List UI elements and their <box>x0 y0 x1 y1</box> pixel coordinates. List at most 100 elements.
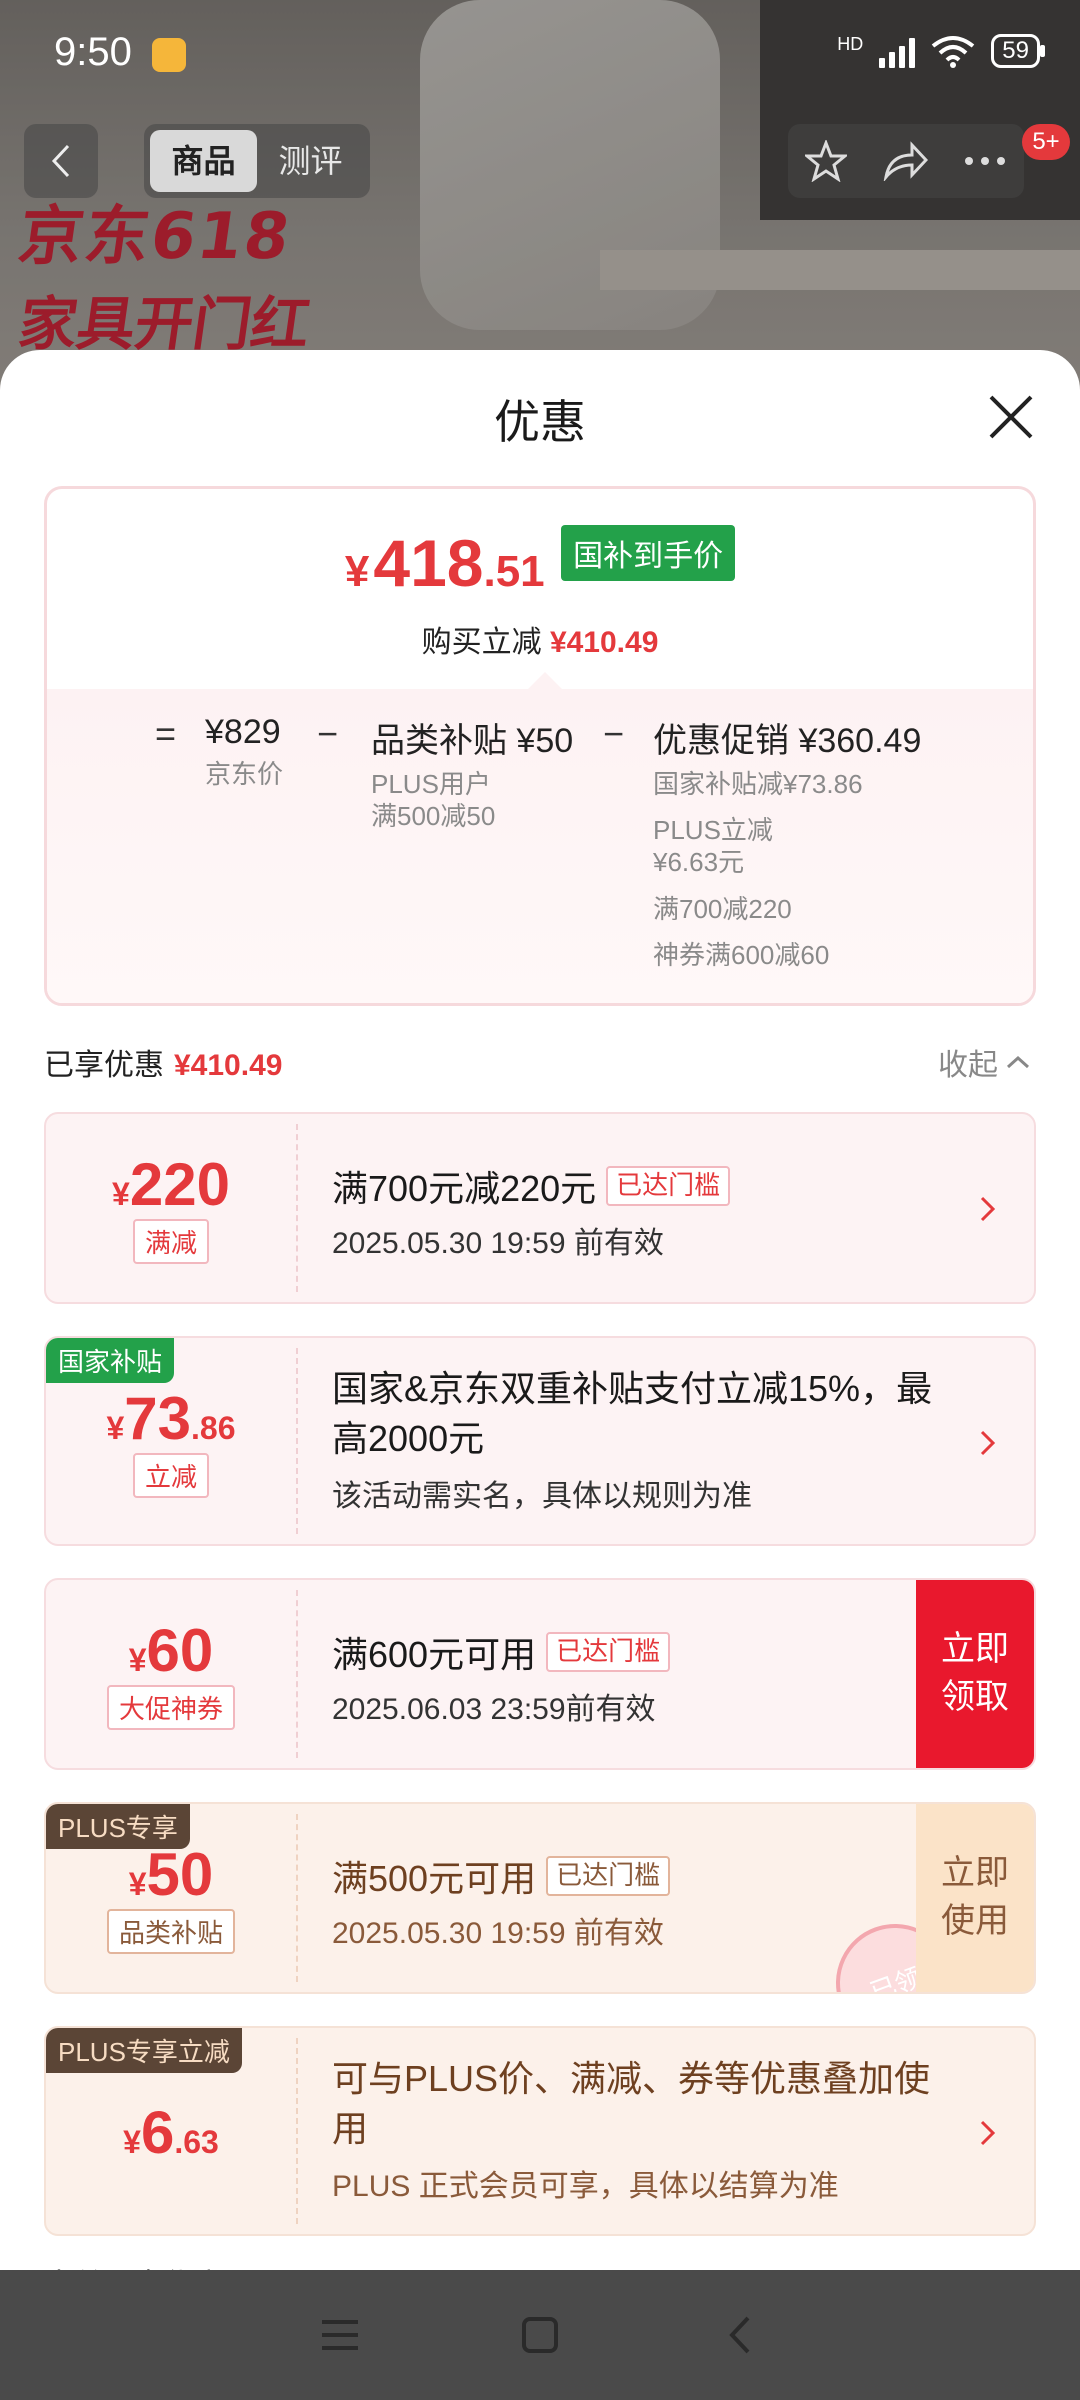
tab-review[interactable]: 测评 <box>257 130 364 192</box>
back-button[interactable] <box>24 124 98 198</box>
collapse-label: 收起 <box>938 1049 998 1082</box>
coupon-card[interactable]: ¥220 满减 满700元减220元 已达门槛 2025.05.30 19:59 … <box>44 1112 1036 1304</box>
price-currency: ¥ <box>344 547 370 596</box>
coupon-amount-int: 73 <box>124 1385 192 1452</box>
coupon-divider <box>296 1124 298 1292</box>
coupon-currency: ¥ <box>128 1642 147 1678</box>
coupon-currency: ¥ <box>112 1176 130 1212</box>
coupon-amount-int: 6 <box>140 2099 175 2166</box>
coupon-amount-dec: .86 <box>191 1410 236 1446</box>
coupon-type-tag: 立减 <box>132 1453 209 1498</box>
coupon-divider <box>296 1590 298 1758</box>
coupon-amount: ¥220 <box>46 1150 296 1219</box>
wifi-icon <box>932 36 975 68</box>
coupon-amount: ¥6.63 <box>46 2098 296 2167</box>
coupon-currency: ¥ <box>106 1410 125 1446</box>
network-hd-label: HD <box>837 34 864 54</box>
chevron-right-icon <box>980 1196 996 1222</box>
notification-app-icon <box>152 38 186 72</box>
share-icon[interactable] <box>882 141 928 181</box>
coupon-card: ¥60 大促神券 满600元可用 已达门槛 2025.06.03 23:59前有效… <box>44 1578 1036 1770</box>
coupon-currency: ¥ <box>128 1866 147 1902</box>
coupon-type-tag: 大促神券 <box>106 1685 235 1730</box>
promotion-line: 国家补贴减¥73.86 <box>653 769 863 799</box>
status-bar: 9:50 HD 59 <box>0 0 1080 110</box>
price-decimal: .51 <box>483 547 545 596</box>
threshold-badge: 已达门槛 <box>606 1166 731 1206</box>
signal-icon <box>879 34 916 68</box>
coupon-currency: ¥ <box>123 2124 141 2160</box>
battery-level: 59 <box>1002 37 1029 64</box>
price-integer: 418 <box>373 526 484 600</box>
coupon-title: 满700元减220元 <box>332 1168 597 1209</box>
menu-button[interactable] <box>300 2295 380 2375</box>
status-time: 9:50 <box>54 30 132 74</box>
coupon-title: 可与PLUS价、满减、券等优惠叠加使用 <box>332 2058 931 2150</box>
coupon-title: 满500元可用 <box>332 1858 537 1899</box>
coupon-card[interactable]: PLUS专享立减 ¥6.63 可与PLUS价、满减、券等优惠叠加使用 PLUS … <box>44 2026 1036 2236</box>
chevron-left-icon <box>51 144 70 178</box>
coupon-title: 满600元可用 <box>332 1634 537 1675</box>
close-icon[interactable] <box>986 392 1036 442</box>
more-icon[interactable] <box>963 155 1007 167</box>
promotion-line: PLUS立减 ¥6.63元 <box>653 815 773 878</box>
coupon-amount: ¥73.86 <box>46 1384 296 1453</box>
threshold-badge: 已达门槛 <box>546 1856 671 1896</box>
coupon-note: 该活动需实名，具体以规则为准 <box>332 1479 752 1513</box>
coupon-divider <box>296 1814 298 1982</box>
system-back-button[interactable] <box>700 2295 780 2375</box>
menu-icon <box>322 2320 358 2350</box>
category-line: 满500减50 <box>371 801 496 832</box>
promotion-title: 优惠促销 ¥360.49 <box>653 722 922 760</box>
final-price: ¥ 418 .51 国补到手价 <box>47 525 1033 601</box>
promotion-line: 满700减220 <box>653 893 792 924</box>
coupon-divider <box>296 1348 298 1534</box>
coupon-amount-dec: .63 <box>174 2124 219 2160</box>
jd-price: ¥829 <box>205 713 281 751</box>
tab-product[interactable]: 商品 <box>150 130 257 192</box>
coupon-title: 国家&京东双重补贴支付立减15%，最高2000元 <box>332 1368 933 1460</box>
system-nav-bar <box>0 2270 1080 2400</box>
jd-price-label: 京东价 <box>205 759 284 789</box>
chevron-right-icon <box>980 2120 996 2146</box>
coupon-amount: ¥50 <box>46 1840 296 1909</box>
claim-now-button[interactable]: 立即领取 <box>916 1580 1034 1768</box>
coupon-divider <box>296 2038 298 2224</box>
use-now-button[interactable]: 立即使用 <box>916 1804 1034 1992</box>
category-subsidy-title: 品类补贴 ¥50 <box>371 722 574 760</box>
coupon-amount: ¥60 <box>46 1616 296 1685</box>
home-button[interactable] <box>500 2295 580 2375</box>
category-line: PLUS用户 <box>371 769 491 799</box>
sheet-title: 优惠 <box>494 396 586 448</box>
saving-value: ¥410.49 <box>549 626 659 659</box>
star-icon[interactable] <box>805 140 848 182</box>
coupon-amount-int: 220 <box>129 1151 230 1218</box>
subsidy-price-tag: 国补到手价 <box>561 525 736 581</box>
home-square-icon <box>522 2317 558 2353</box>
enjoyed-label: 已享优惠 <box>44 1049 164 1082</box>
coupon-amount-int: 50 <box>146 1841 214 1908</box>
coupon-card[interactable]: 国家补贴 ¥73.86 立减 国家&京东双重补贴支付立减15%，最高2000元 … <box>44 1336 1036 1546</box>
promotion-item: 优惠促销 ¥360.49 国家补贴减¥73.86 PLUS立减 ¥6.63元 满… <box>653 713 921 985</box>
price-breakdown: = ¥829 京东价 − 品类补贴 ¥50 PLUS用户 满500减50 − 优… <box>47 689 1033 1003</box>
equals-sign: = <box>155 713 177 754</box>
battery-icon: 59 <box>991 34 1045 68</box>
price-summary-card: ¥ 418 .51 国补到手价 购买立减 ¥410.49 = ¥829 京东价 … <box>44 486 1036 1006</box>
minus-sign: − <box>603 713 625 754</box>
back-triangle-icon <box>729 2316 750 2354</box>
coupon-type-tag: 满减 <box>132 1219 209 1264</box>
purchase-saving: 购买立减 ¥410.49 <box>47 617 1033 661</box>
enjoyed-value: ¥410.49 <box>174 1049 283 1082</box>
promotion-line: 神券满600减60 <box>653 939 830 970</box>
coupon-amount-int: 60 <box>146 1617 214 1684</box>
coupon-note: PLUS 正式会员可享，具体以结算为准 <box>332 2169 839 2203</box>
coupon-type-tag: 品类补贴 <box>106 1909 235 1954</box>
chevron-up-icon <box>1006 1055 1030 1069</box>
chevron-right-icon <box>980 1430 996 1456</box>
enjoyed-discount: 已享优惠 ¥410.49 <box>44 1040 282 1084</box>
threshold-badge: 已达门槛 <box>546 1632 671 1672</box>
collapse-button[interactable]: 收起 <box>938 1040 1030 1084</box>
category-subsidy-item: 品类补贴 ¥50 PLUS用户 满500减50 <box>371 713 573 846</box>
minus-sign: − <box>317 713 339 754</box>
coupon-validity: 2025.05.30 19:59 前有效 <box>332 1227 664 1260</box>
